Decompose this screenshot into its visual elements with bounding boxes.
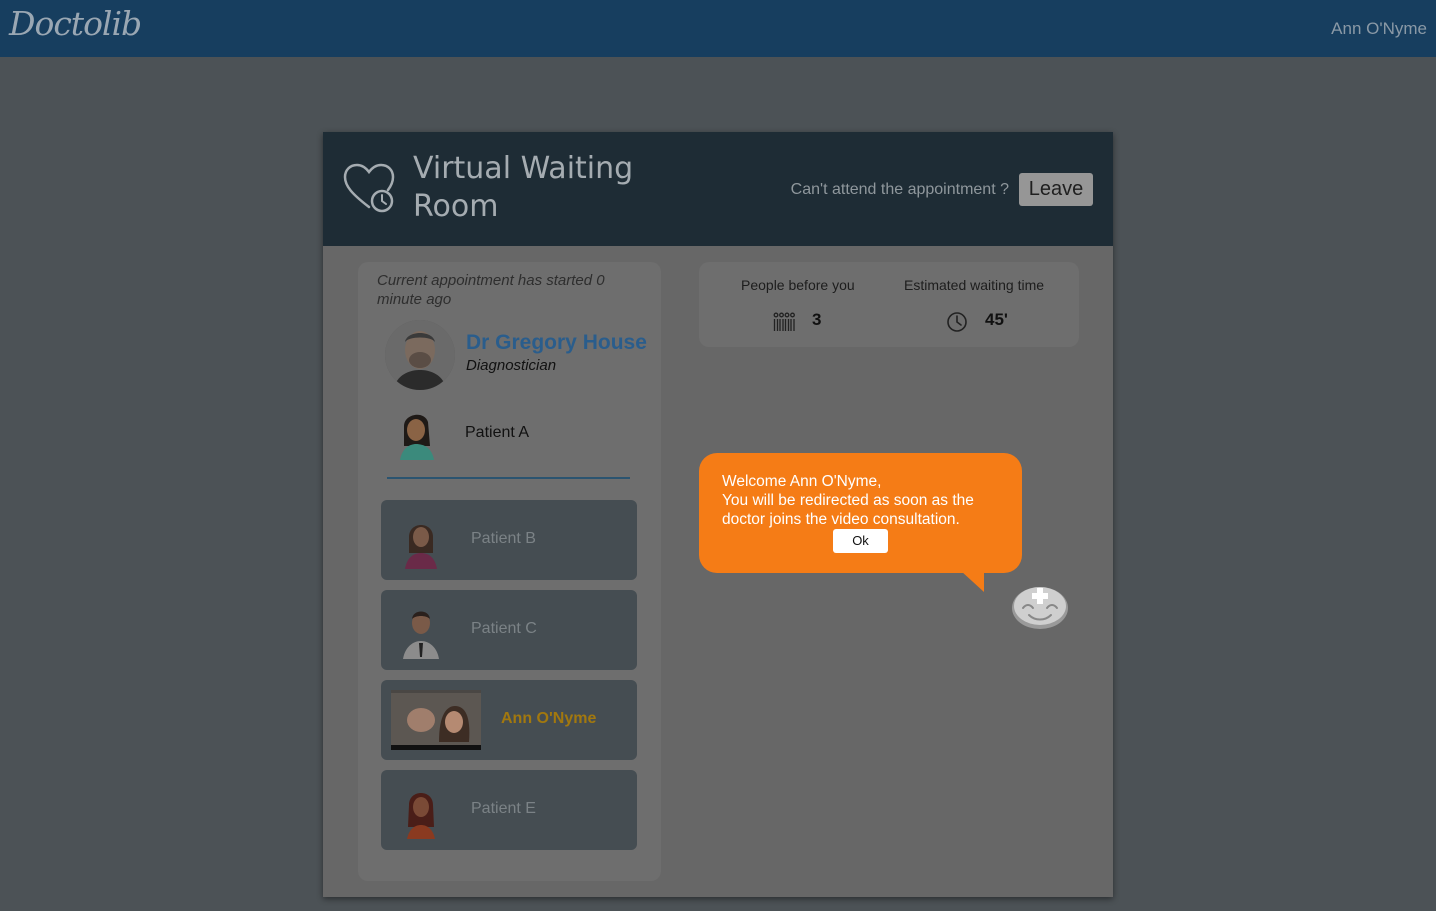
self-name: Ann O'Nyme — [501, 710, 597, 727]
self-webcam-video — [391, 690, 481, 750]
doctolib-logo[interactable]: Doctolib — [9, 4, 142, 43]
waiting-stats: People before you 3 Estimated waiting ti… — [699, 262, 1079, 347]
clock-icon — [947, 312, 967, 332]
appointment-status-text: Current appointment has started 0 minute… — [377, 272, 605, 308]
doctor-mascot-icon[interactable] — [1011, 582, 1069, 630]
ok-button[interactable]: Ok — [833, 529, 888, 553]
user-menu[interactable]: Ann O'Nyme — [1331, 19, 1427, 39]
female-patient-avatar-icon — [405, 525, 437, 569]
wait-time-value: 45' — [985, 310, 1008, 329]
waiting-room-card: Virtual Waiting Room Can't attend the ap… — [323, 132, 1113, 897]
queue-item-patient-c[interactable]: Patient C — [381, 590, 637, 670]
cant-attend-text: Can't attend the appointment ? — [790, 181, 1009, 198]
doctor-avatar — [385, 320, 455, 390]
heart-clock-icon — [343, 163, 395, 213]
queue-item-name: Patient C — [471, 620, 537, 637]
queue-item-patient-b[interactable]: Patient B — [381, 500, 637, 580]
page-title: Virtual Waiting Room — [413, 151, 634, 224]
queue-divider — [387, 477, 630, 479]
people-before-value: 3 — [812, 310, 822, 329]
welcome-speech-bubble: Welcome Ann O'Nyme, You will be redirect… — [699, 453, 1022, 573]
patient-a-avatar — [400, 414, 434, 460]
leave-button[interactable]: Leave — [1019, 173, 1093, 206]
queue-item-name: Patient B — [471, 530, 536, 547]
welcome-message: Welcome Ann O'Nyme, You will be redirect… — [722, 472, 1007, 529]
top-navigation-bar: Doctolib Ann O'Nyme — [0, 0, 1436, 57]
wait-time-label: Estimated waiting time — [904, 277, 1045, 293]
doctor-specialty: Diagnostician — [466, 357, 557, 374]
queue-item-self[interactable]: Ann O'Nyme — [381, 680, 637, 760]
speech-bubble-tail — [961, 571, 984, 592]
current-patient-name: Patient A — [465, 424, 530, 441]
people-before-label: People before you — [741, 277, 855, 293]
queue-item-name: Patient E — [471, 800, 536, 817]
waiting-room-header: Virtual Waiting Room Can't attend the ap… — [323, 132, 1113, 246]
queue-panel: Current appointment has started 0 minute… — [358, 262, 661, 881]
people-queue-icon — [773, 312, 795, 331]
doctor-name: Dr Gregory House — [466, 331, 647, 354]
welcome-greeting: Welcome Ann O'Nyme, — [722, 473, 882, 490]
queue-item-patient-e[interactable]: Patient E — [381, 770, 637, 850]
male-patient-avatar-icon — [403, 611, 439, 659]
female-patient-avatar-icon — [407, 793, 435, 839]
welcome-redirect-text: You will be redirected as soon as the do… — [722, 492, 974, 528]
